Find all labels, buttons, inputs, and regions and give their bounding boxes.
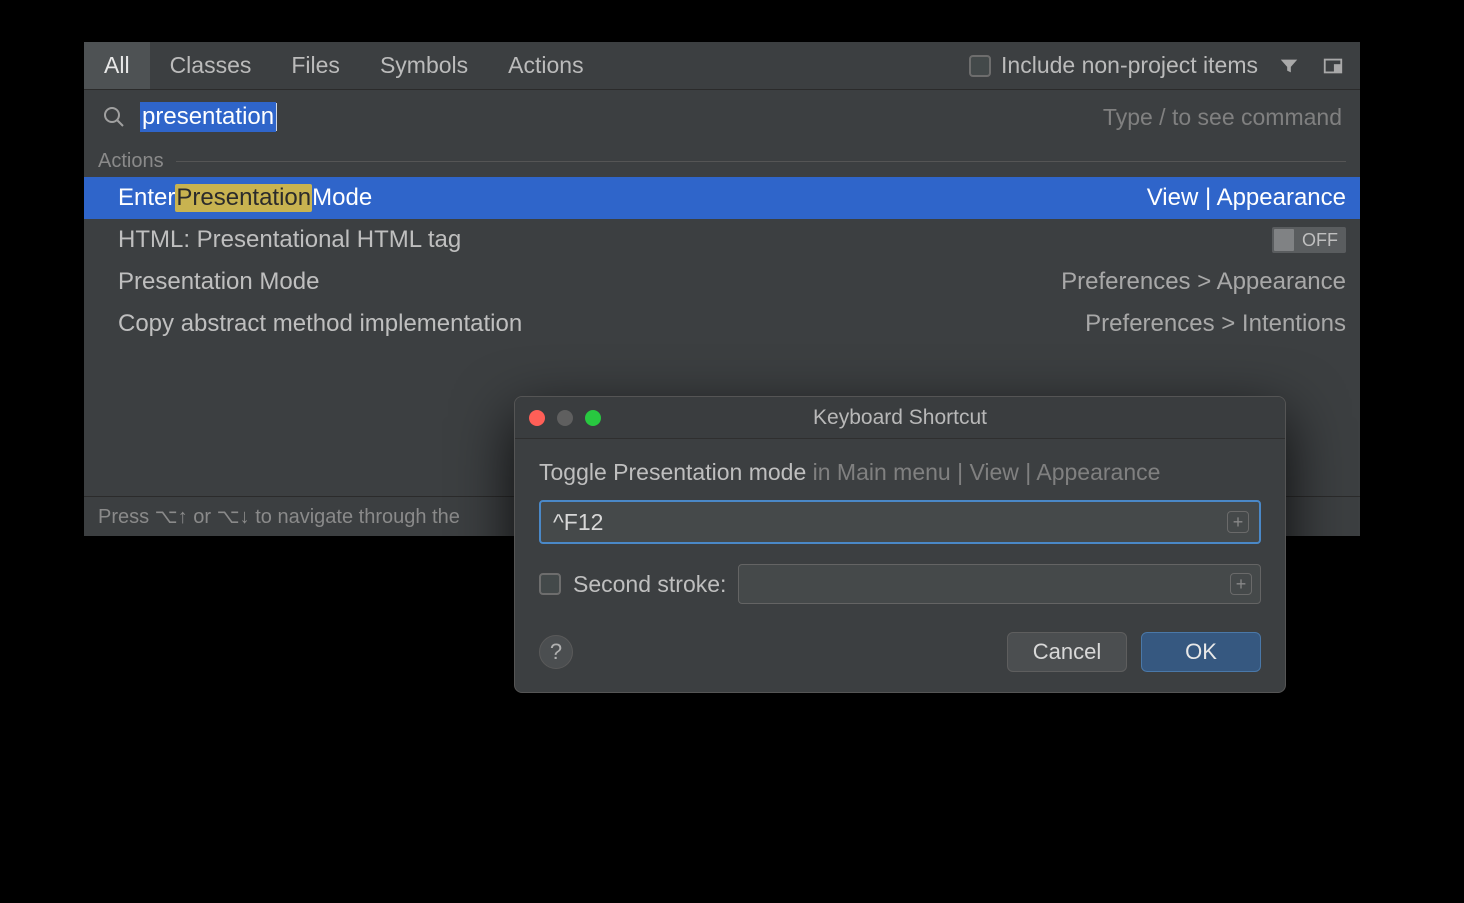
search-row: presentation Type / to see command [84, 90, 1360, 144]
second-stroke-input[interactable]: + [738, 564, 1261, 604]
pin-window-icon[interactable] [1316, 49, 1350, 83]
result-row[interactable]: Copy abstract method implementation Pref… [84, 303, 1360, 345]
result-label: Enter Presentation Mode [118, 184, 372, 212]
results-section-header: Actions [84, 144, 1360, 177]
shortcut-input[interactable]: ^F12 + [539, 500, 1261, 544]
help-icon: ? [550, 639, 562, 665]
tab-label: All [104, 52, 130, 79]
minimize-window-icon [557, 410, 573, 426]
section-label: Actions [98, 150, 164, 173]
result-location: Preferences > Intentions [1085, 310, 1346, 338]
filter-icon[interactable] [1272, 49, 1306, 83]
dialog-action-description: Toggle Presentation mode in Main menu | … [539, 459, 1261, 486]
dialog-title: Keyboard Shortcut [515, 406, 1285, 430]
search-hint: Type / to see command [1103, 104, 1342, 131]
tab-symbols[interactable]: Symbols [360, 42, 488, 89]
search-value: presentation [140, 102, 276, 132]
ok-button[interactable]: OK [1141, 632, 1261, 672]
result-row[interactable]: Presentation Mode Preferences > Appearan… [84, 261, 1360, 303]
second-stroke-label: Second stroke: [573, 571, 726, 598]
tab-all[interactable]: All [84, 42, 150, 89]
tab-label: Symbols [380, 52, 468, 79]
add-shortcut-icon[interactable]: + [1227, 511, 1249, 533]
include-non-project-label: Include non-project items [1001, 52, 1258, 79]
toggle-label: OFF [1302, 230, 1338, 251]
window-controls [515, 410, 601, 426]
dialog-button-row: ? Cancel OK [539, 632, 1261, 672]
tab-label: Files [291, 52, 340, 79]
tab-classes[interactable]: Classes [150, 42, 272, 89]
result-row[interactable]: HTML: Presentational HTML tag OFF [84, 219, 1360, 261]
result-row[interactable]: Enter Presentation Mode View | Appearanc… [84, 177, 1360, 219]
search-input[interactable]: presentation Type / to see command [140, 102, 1342, 132]
result-label: Presentation Mode [118, 268, 319, 296]
dialog-action-name: Toggle Presentation mode [539, 459, 806, 485]
result-label: Copy abstract method implementation [118, 310, 522, 338]
result-location: View | Appearance [1147, 184, 1346, 212]
dialog-body: Toggle Presentation mode in Main menu | … [515, 439, 1285, 692]
close-window-icon[interactable] [529, 410, 545, 426]
result-toggle[interactable]: OFF [1272, 227, 1346, 253]
help-button[interactable]: ? [539, 635, 573, 669]
fullscreen-window-icon[interactable] [585, 410, 601, 426]
tab-label: Actions [508, 52, 583, 79]
result-location: Preferences > Appearance [1061, 268, 1346, 296]
keyboard-shortcut-dialog: Keyboard Shortcut Toggle Presentation mo… [514, 396, 1286, 693]
include-non-project-checkbox[interactable] [969, 55, 991, 77]
cancel-button[interactable]: Cancel [1007, 632, 1127, 672]
second-stroke-row: Second stroke: + [539, 564, 1261, 604]
tab-files[interactable]: Files [271, 42, 360, 89]
dialog-titlebar[interactable]: Keyboard Shortcut [515, 397, 1285, 439]
result-label: HTML: Presentational HTML tag [118, 226, 461, 254]
tab-actions[interactable]: Actions [488, 42, 603, 89]
tabs-row: All Classes Files Symbols Actions Includ… [84, 42, 1360, 90]
dialog-action-path: in Main menu | View | Appearance [813, 459, 1161, 485]
shortcut-value: ^F12 [553, 509, 603, 536]
include-non-project-option[interactable]: Include non-project items [969, 52, 1272, 79]
add-shortcut-icon[interactable]: + [1230, 573, 1252, 595]
tab-label: Classes [170, 52, 252, 79]
second-stroke-checkbox[interactable] [539, 573, 561, 595]
search-icon [102, 105, 126, 129]
